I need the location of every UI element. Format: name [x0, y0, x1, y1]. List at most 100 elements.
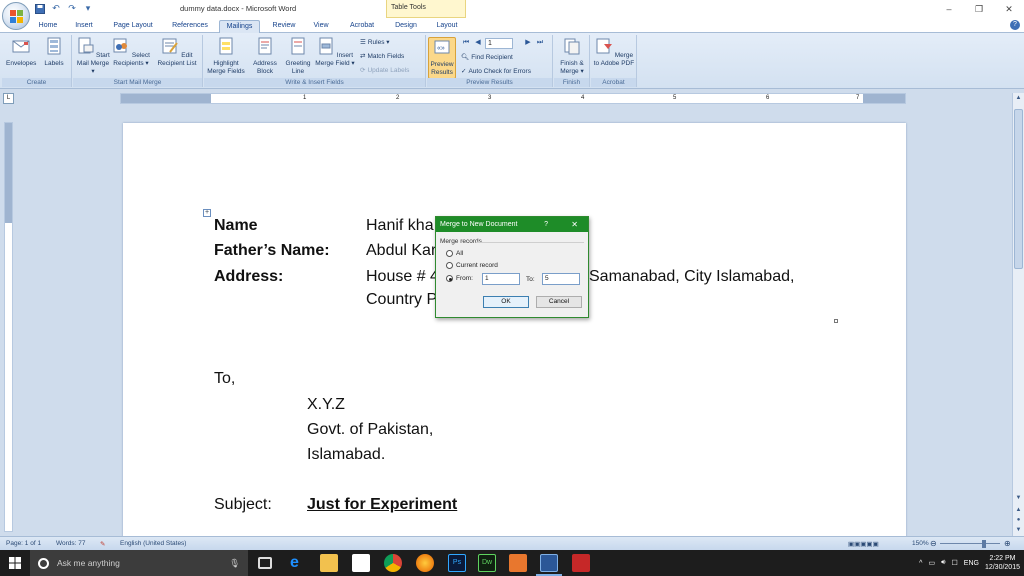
start-mail-merge-button[interactable]: Start Mail Merge ▾	[75, 37, 111, 76]
pdf-app-icon[interactable]	[572, 554, 590, 572]
close-button[interactable]: ✕	[994, 0, 1024, 18]
network-icon[interactable]: ▭	[928, 559, 935, 567]
from-input[interactable]: 1	[482, 273, 520, 285]
photoshop-icon[interactable]: Ps	[448, 554, 466, 572]
envelopes-button[interactable]: Envelopes	[6, 37, 36, 68]
highlight-merge-fields-button[interactable]: Highlight Merge Fields	[206, 37, 246, 76]
tab-home[interactable]: Home	[34, 20, 62, 33]
minimize-button[interactable]: –	[934, 0, 964, 18]
tab-mailings[interactable]: Mailings	[219, 20, 260, 33]
scrollbar-thumb[interactable]	[1014, 109, 1023, 269]
zoom-out-icon[interactable]: ⊖	[930, 539, 937, 548]
merge-to-pdf-button[interactable]: Merge to Adobe PDF	[593, 37, 635, 68]
firefox-icon[interactable]	[416, 554, 434, 572]
help-icon[interactable]: ?	[1010, 20, 1020, 30]
zoom-slider[interactable]	[940, 543, 1000, 544]
tab-page-layout[interactable]: Page Layout	[106, 20, 160, 33]
tab-view[interactable]: View	[306, 20, 336, 33]
auto-check-errors-button[interactable]: ✓ Auto Check for Errors	[461, 67, 531, 77]
zoom-slider-thumb[interactable]	[982, 540, 986, 548]
zoom-level[interactable]: 150%	[912, 540, 929, 547]
zoom-in-icon[interactable]: ⊕	[1004, 539, 1011, 548]
word-count[interactable]: Words: 77	[56, 540, 86, 547]
page-count[interactable]: Page: 1 of 1	[6, 540, 41, 547]
edit-recipient-list-button[interactable]: Edit Recipient List	[153, 37, 201, 68]
proofing-icon[interactable]: ✎	[100, 540, 105, 548]
tab-design[interactable]: Design	[388, 20, 424, 33]
scroll-up-icon[interactable]: ▲	[1013, 93, 1024, 103]
match-fields-button[interactable]: ⇄ Match Fields	[360, 52, 404, 62]
finish-merge-button[interactable]: Finish & Merge ▾	[556, 37, 588, 76]
horizontal-ruler[interactable]: 1 2 3 4 5 6 7	[120, 93, 906, 104]
insert-merge-field-button[interactable]: Insert Merge Field ▾	[314, 37, 356, 68]
language-indicator[interactable]: ENG	[964, 560, 979, 567]
radio-all[interactable]: All	[446, 250, 463, 257]
edge-icon[interactable]: e	[290, 554, 308, 572]
task-view-icon[interactable]	[258, 557, 272, 569]
first-record-icon[interactable]: ⏮	[461, 38, 471, 48]
chrome-icon[interactable]	[384, 554, 402, 572]
radio-from[interactable]: From:	[446, 275, 473, 282]
dialog-help-button[interactable]: ?	[544, 217, 548, 232]
restore-button[interactable]: ❐	[964, 0, 994, 18]
next-page-icon[interactable]: ▼	[1013, 525, 1024, 535]
volume-icon[interactable]: 🔊︎	[941, 559, 945, 567]
save-icon[interactable]	[34, 3, 46, 14]
preview-results-button[interactable]: «» Preview Results	[428, 37, 456, 79]
last-record-icon[interactable]: ⏭	[535, 38, 545, 48]
previous-page-icon[interactable]: ▲	[1013, 505, 1024, 515]
dialog-close-button[interactable]: ✕	[571, 217, 578, 232]
tab-insert[interactable]: Insert	[68, 20, 100, 33]
radio-current-record[interactable]: Current record	[446, 262, 498, 269]
greeting-line-button[interactable]: Greeting Line	[282, 37, 314, 76]
customize-qat-icon[interactable]: ▾	[82, 3, 94, 14]
recipient-line-1: X.Y.Z	[307, 396, 345, 413]
update-labels-button[interactable]: ⟳ Update Labels	[360, 66, 409, 76]
vertical-scrollbar[interactable]: ▲ ▼ ▲ ● ▼	[1012, 93, 1024, 536]
office-button[interactable]	[2, 2, 30, 30]
insert-field-icon	[319, 37, 333, 55]
redo-icon[interactable]: ↷	[66, 3, 78, 14]
select-recipients-button[interactable]: Select Recipients ▾	[111, 37, 151, 68]
view-buttons-icon[interactable]: ▣▣▣▣▣	[848, 540, 879, 548]
address-block-button[interactable]: Address Block	[248, 37, 282, 76]
labels-button[interactable]: Labels	[40, 37, 68, 68]
radio-from-icon[interactable]	[446, 275, 453, 282]
start-button[interactable]	[0, 550, 30, 576]
scroll-down-icon[interactable]: ▼	[1013, 493, 1024, 503]
tab-acrobat[interactable]: Acrobat	[342, 20, 382, 33]
radio-current-icon[interactable]	[446, 262, 453, 269]
tab-layout[interactable]: Layout	[430, 20, 464, 33]
table-resize-handle[interactable]	[834, 319, 838, 323]
microphone-icon[interactable]: 🎙︎	[229, 558, 240, 569]
next-record-icon[interactable]: ▶	[523, 38, 533, 48]
notification-icon[interactable]: ☐	[952, 559, 958, 567]
radio-all-icon[interactable]	[446, 250, 453, 257]
tab-review[interactable]: Review	[266, 20, 302, 33]
cortana-search[interactable]: Ask me anything 🎙︎	[30, 550, 248, 576]
undo-icon[interactable]: ↶	[50, 3, 62, 14]
document-page[interactable]: + Name Hanif kha Father’s Name: Abdul Ka…	[123, 123, 906, 543]
show-hidden-icons-icon[interactable]: ^	[919, 560, 922, 567]
word-icon[interactable]	[540, 554, 558, 572]
rules-button[interactable]: ☰ Rules ▾	[360, 38, 390, 48]
clock[interactable]: 2:22 PM 12/30/2015	[985, 554, 1020, 572]
dreamweaver-icon[interactable]: Dw	[478, 554, 496, 572]
to-input[interactable]: 5	[542, 273, 580, 285]
select-browse-object-icon[interactable]: ●	[1013, 515, 1024, 525]
previous-record-icon[interactable]: ◀	[473, 38, 483, 48]
find-recipient-button[interactable]: 🔍︎ Find Recipient	[461, 53, 513, 63]
ok-button[interactable]: OK	[483, 296, 529, 308]
vertical-ruler[interactable]	[4, 122, 13, 532]
tab-selector[interactable]: L	[3, 93, 14, 104]
table-move-handle-icon[interactable]: +	[203, 209, 211, 217]
merge-to-new-document-dialog: Merge to New Document ? ✕ Merge records …	[435, 216, 589, 318]
cancel-button[interactable]: Cancel	[536, 296, 582, 308]
tab-references[interactable]: References	[166, 20, 214, 33]
store-icon[interactable]	[352, 554, 370, 572]
record-number-input[interactable]: 1	[485, 38, 513, 49]
preview-results-icon: «»	[434, 40, 450, 54]
app-icon[interactable]	[509, 554, 527, 572]
file-explorer-icon[interactable]	[320, 554, 338, 572]
language[interactable]: English (United States)	[120, 540, 186, 547]
